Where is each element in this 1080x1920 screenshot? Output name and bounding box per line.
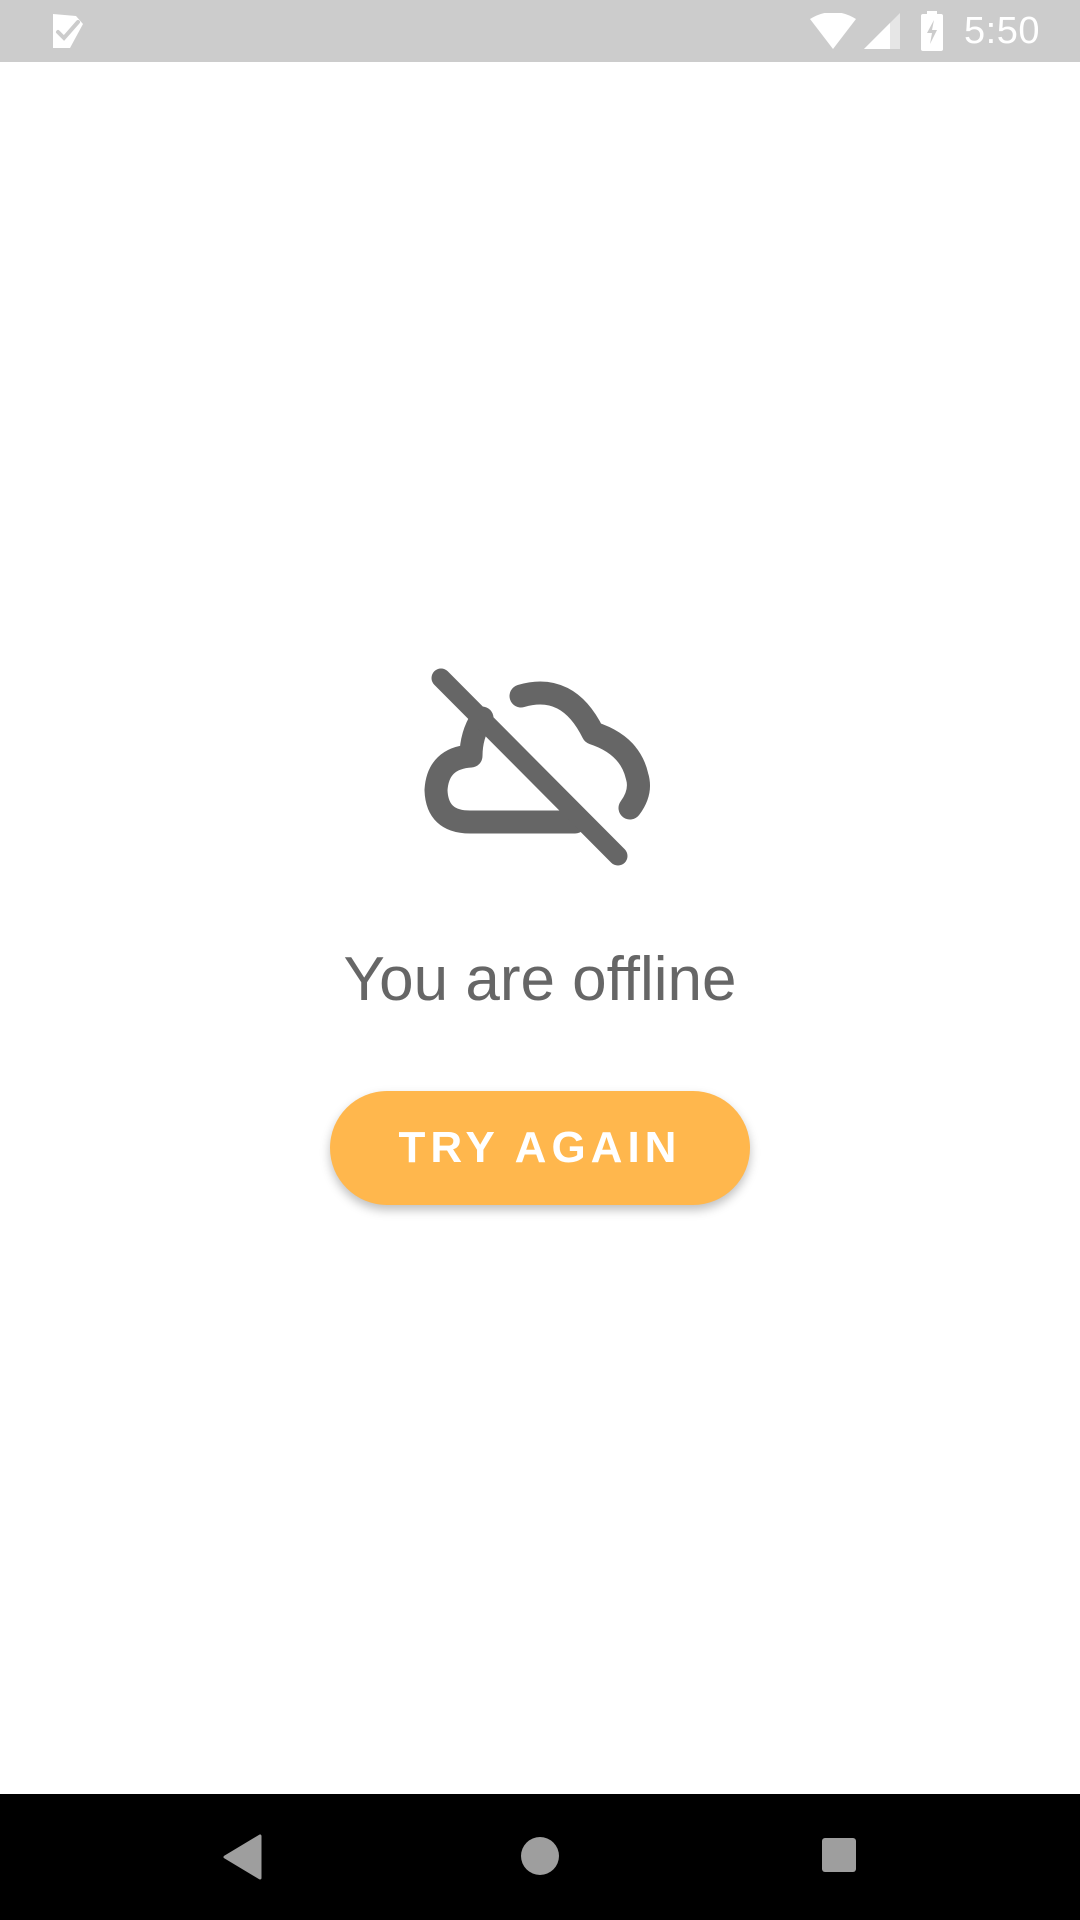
home-icon[interactable] [521, 1837, 559, 1875]
back-icon[interactable] [222, 1834, 262, 1880]
recents-icon[interactable] [822, 1838, 856, 1872]
offline-screen: 5:50 You are offline TRY AGAIN [0, 0, 1080, 1920]
battery-charging-icon [921, 11, 943, 51]
status-time: 5:50 [964, 10, 1040, 52]
cloud-off-icon [424, 668, 650, 866]
navigation-bar [0, 1794, 1080, 1920]
status-bar: 5:50 [0, 0, 1080, 62]
offline-message: You are offline [343, 945, 737, 1014]
try-again-button[interactable]: TRY AGAIN [330, 1091, 750, 1205]
wifi-icon [810, 13, 856, 49]
task-check-icon [53, 14, 83, 48]
cellular-signal-icon [864, 13, 900, 49]
